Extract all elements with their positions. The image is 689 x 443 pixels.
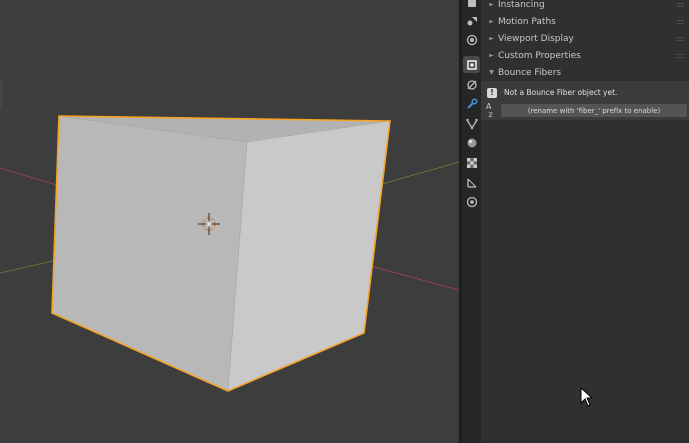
- cube-front-face[interactable]: [52, 116, 247, 391]
- rename-row: A z (rename with 'fiber_' prefix to enab…: [486, 101, 687, 119]
- checker-icon: [466, 157, 477, 168]
- collapsed-arrow-icon: ►: [489, 35, 494, 42]
- info-icon: !: [487, 87, 497, 98]
- constraint-icon: [466, 178, 476, 188]
- physics-tab[interactable]: [463, 76, 480, 93]
- panel-label: Viewport Display: [498, 33, 574, 44]
- panel-label: Instancing: [498, 0, 545, 10]
- particles-icon: [465, 118, 478, 129]
- render-tab[interactable]: [463, 0, 480, 11]
- mouse-pointer-icon: [580, 387, 594, 407]
- drag-grip-icon[interactable]: ::::: [676, 0, 684, 9]
- scene-icon: [467, 16, 477, 25]
- viewport-scene: [0, 80, 459, 392]
- texture-tab[interactable]: [463, 154, 480, 171]
- panel-bounce-fibers[interactable]: ▼ Bounce Fibers: [481, 64, 689, 81]
- world-icon: [466, 34, 477, 45]
- scene-tab[interactable]: [463, 12, 480, 29]
- properties-tab-strip: [462, 0, 481, 443]
- collapsed-arrow-icon: ►: [489, 52, 494, 59]
- sort-alpha-icon: A z: [486, 101, 493, 119]
- properties-panel: ► Instancing :::: ► Motion Paths :::: ► …: [481, 0, 689, 443]
- info-message: Not a Bounce Fiber object yet.: [504, 88, 618, 97]
- sphere-icon: [467, 138, 476, 147]
- world-tab[interactable]: [463, 31, 480, 48]
- drag-grip-icon[interactable]: ::::: [676, 17, 684, 26]
- collapsed-arrow-icon: ►: [489, 18, 494, 25]
- wrench-icon: [466, 97, 478, 109]
- y-axis-line-far: [381, 161, 459, 185]
- panel-viewport-display[interactable]: ► Viewport Display ::::: [481, 30, 689, 47]
- panel-label: Bounce Fibers: [498, 67, 562, 78]
- collapsed-arrow-icon: ►: [489, 1, 494, 8]
- x-axis-line: [0, 167, 61, 187]
- physics-icon: [466, 79, 477, 90]
- physics-sphere-tab[interactable]: [463, 134, 480, 151]
- panel-label: Motion Paths: [498, 16, 556, 27]
- bounce-fibers-body: ! Not a Bounce Fiber object yet. A z (re…: [481, 81, 689, 120]
- drag-grip-icon[interactable]: ::::: [676, 34, 684, 43]
- panel-instancing[interactable]: ► Instancing ::::: [481, 0, 689, 13]
- info-row: ! Not a Bounce Fiber object yet.: [487, 86, 617, 99]
- camera-back-icon: [467, 0, 476, 7]
- constraints-tab[interactable]: [463, 174, 480, 191]
- modifiers-tab[interactable]: [463, 95, 480, 112]
- data-tab[interactable]: [463, 193, 480, 210]
- expanded-arrow-icon: ▼: [489, 69, 494, 76]
- object-tab[interactable]: [463, 56, 480, 73]
- panel-label: Custom Properties: [498, 50, 581, 61]
- 3d-viewport[interactable]: [0, 0, 459, 443]
- blender-window: ► Instancing :::: ► Motion Paths :::: ► …: [0, 0, 689, 443]
- panel-custom-properties[interactable]: ► Custom Properties ::::: [481, 47, 689, 64]
- panel-motion-paths[interactable]: ► Motion Paths ::::: [481, 13, 689, 30]
- target-icon: [466, 196, 477, 207]
- cube-side-face[interactable]: [228, 121, 390, 391]
- object-square-icon: [466, 59, 477, 70]
- drag-grip-icon[interactable]: ::::: [676, 51, 684, 60]
- rename-hint-field[interactable]: (rename with 'fiber_' prefix to enable): [501, 104, 687, 117]
- particles-tab[interactable]: [463, 115, 480, 132]
- viewport-left-hint: [0, 80, 3, 110]
